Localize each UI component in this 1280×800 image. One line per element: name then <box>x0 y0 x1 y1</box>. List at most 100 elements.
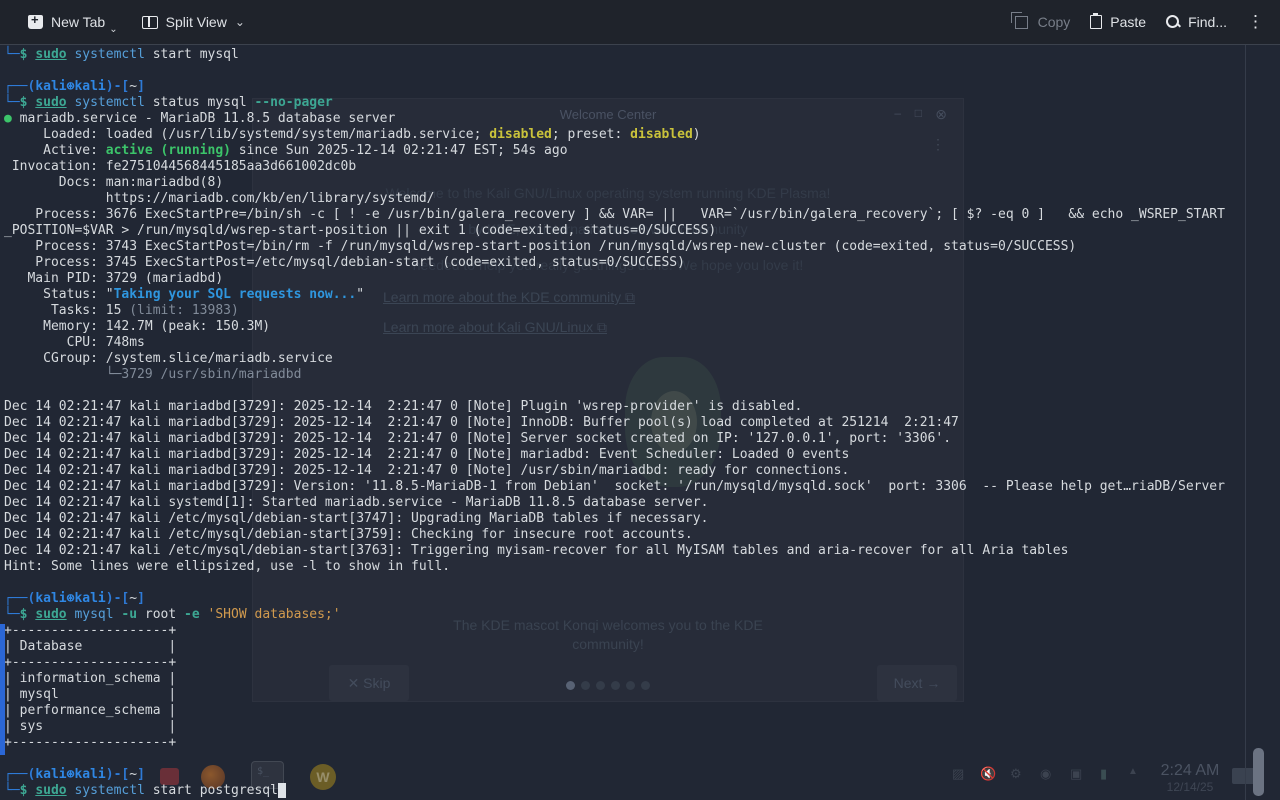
terminal-line: +--------------------+ <box>4 655 1246 671</box>
terminal-text-segment: Process: 3676 ExecStartPre=/bin/sh -c [ … <box>4 207 1225 222</box>
terminal-line: Dec 14 02:21:47 kali mariadbd[3729]: 202… <box>4 415 1246 431</box>
terminal-line: Invocation: fe2751044568445185aa3d661002… <box>4 159 1246 175</box>
terminal-text-segment: ~ <box>129 767 137 782</box>
split-view-icon <box>142 16 158 29</box>
copy-label: Copy <box>1038 14 1071 30</box>
new-tab-chevron-icon[interactable]: ⌄ <box>109 24 117 35</box>
terminal-line: https://mariadb.com/kb/en/library/system… <box>4 191 1246 207</box>
terminal-text-segment: Active: <box>4 143 106 158</box>
new-tab-button[interactable]: New Tab ⌄ <box>18 0 132 45</box>
terminal-line: | sys | <box>4 719 1246 735</box>
terminal-text-segment: mariadb.service - MariaDB 11.8.5 databas… <box>20 111 396 126</box>
terminal-text-segment: systemctl <box>74 47 144 62</box>
terminal-text-segment: sudo <box>35 783 66 798</box>
terminal-text-segment: CPU: 748ms <box>4 335 145 350</box>
terminal-text-segment: _POSITION=$VAR > /run/mysqld/wsrep-start… <box>4 223 716 238</box>
terminal-text-segment: | sys | <box>4 719 176 734</box>
new-tab-icon <box>28 15 43 29</box>
terminal-text-segment: Process: 3745 ExecStartPost=/etc/mysql/d… <box>4 255 685 270</box>
terminal-text-segment: )-[ <box>106 79 129 94</box>
terminal-line: Memory: 142.7M (peak: 150.3M) <box>4 319 1246 335</box>
split-view-chevron-icon: ⌄ <box>235 15 245 29</box>
terminal-line: └─$ sudo systemctl start postgresql <box>4 783 1246 799</box>
terminal-text-segment: active (running) <box>106 143 231 158</box>
terminal-text-segment: ] <box>137 79 145 94</box>
terminal-text-segment: ┌──( <box>4 79 35 94</box>
terminal-text-segment: ~ <box>129 79 137 94</box>
terminal-line: +--------------------+ <box>4 735 1246 751</box>
scrollbar-track[interactable] <box>1245 45 1246 800</box>
terminal-text-segment: Dec 14 02:21:47 kali mariadbd[3729]: Ver… <box>4 479 1225 494</box>
terminal-text-segment: +--------------------+ <box>4 655 176 670</box>
terminal-text-segment: $ <box>20 47 36 62</box>
terminal-text-segment: └─ <box>4 95 20 110</box>
terminal-text-segment: Dec 14 02:21:47 kali mariadbd[3729]: 202… <box>4 399 802 414</box>
terminal-text-segment: ● <box>4 111 20 126</box>
terminal-text-segment: kali⊛kali <box>35 79 105 94</box>
terminal-text-segment: Docs: man:mariadbd(8) <box>4 175 223 190</box>
terminal-text-segment: sudo <box>35 95 66 110</box>
terminal-text-segment: Dec 14 02:21:47 kali systemd[1]: Started… <box>4 495 708 510</box>
terminal-text-segment: systemctl <box>74 783 144 798</box>
new-tab-label: New Tab <box>51 14 105 30</box>
terminal-text-segment: +--------------------+ <box>4 735 176 750</box>
terminal-text-segment: )-[ <box>106 591 129 606</box>
terminal-text-segment: status mysql <box>145 95 255 110</box>
terminal-line: Dec 14 02:21:47 kali systemd[1]: Started… <box>4 495 1246 511</box>
terminal-text-segment: └─3729 /usr/sbin/mariadbd <box>106 367 302 382</box>
terminal-text-segment: └─ <box>4 783 20 798</box>
paste-button[interactable]: Paste <box>1080 0 1156 45</box>
terminal-text-segment: ┌──( <box>4 767 35 782</box>
terminal-text-segment: Dec 14 02:21:47 kali mariadbd[3729]: 202… <box>4 463 849 478</box>
terminal-line: ┌──(kali⊛kali)-[~] <box>4 591 1246 607</box>
terminal-line: CGroup: /system.slice/mariadb.service <box>4 351 1246 367</box>
find-button[interactable]: Find... <box>1156 0 1237 45</box>
terminal-text-segment: +--------------------+ <box>4 623 176 638</box>
terminal-text-segment: | mysql | <box>4 687 176 702</box>
terminal-text-segment: ; preset: <box>552 127 630 142</box>
terminal-line: | information_schema | <box>4 671 1246 687</box>
terminal-line: ┌──(kali⊛kali)-[~] <box>4 79 1246 95</box>
terminal-line: Hint: Some lines were ellipsized, use -l… <box>4 559 1246 575</box>
terminal-text-segment: -e <box>184 607 200 622</box>
terminal-line: Active: active (running) since Sun 2025-… <box>4 143 1246 159</box>
terminal-text-segment: (limit: 13983) <box>129 303 239 318</box>
terminal-text-segment: disabled <box>630 127 693 142</box>
terminal-line: Dec 14 02:21:47 kali mariadbd[3729]: Ver… <box>4 479 1246 495</box>
terminal-text-segment: kali⊛kali <box>35 767 105 782</box>
terminal-line: Process: 3743 ExecStartPost=/bin/rm -f /… <box>4 239 1246 255</box>
terminal-text-segment: Loaded: loaded (/usr/lib/systemd/system/… <box>4 127 489 142</box>
scrollbar-thumb[interactable] <box>1253 748 1264 796</box>
terminal-text-segment: Dec 14 02:21:47 kali /etc/mysql/debian-s… <box>4 543 1068 558</box>
terminal-text-segment: )-[ <box>106 767 129 782</box>
terminal-text-segment: | Database | <box>4 639 176 654</box>
overflow-menu-button[interactable]: ⋮ <box>1237 12 1274 32</box>
copy-button[interactable]: Copy <box>1005 0 1081 45</box>
terminal-line: Dec 14 02:21:47 kali /etc/mysql/debian-s… <box>4 527 1246 543</box>
terminal-text-segment <box>200 607 208 622</box>
terminal-line: Dec 14 02:21:47 kali mariadbd[3729]: 202… <box>4 463 1246 479</box>
terminal-text-segment: Dec 14 02:21:47 kali mariadbd[3729]: 202… <box>4 415 959 430</box>
terminal-text-segment: start mysql <box>145 47 239 62</box>
konsole-toolbar: New Tab ⌄ Split View ⌄ Copy Paste Find..… <box>0 0 1280 45</box>
terminal-line: | Database | <box>4 639 1246 655</box>
terminal-line: Loaded: loaded (/usr/lib/systemd/system/… <box>4 127 1246 143</box>
terminal-content[interactable]: └─$ sudo systemctl start mysql ┌──(kali⊛… <box>0 45 1246 800</box>
terminal-text-segment: https://mariadb.com/kb/en/library/system… <box>4 191 434 206</box>
terminal-text-segment: ) <box>693 127 701 142</box>
terminal-text-segment <box>4 367 106 382</box>
terminal-text-segment: root <box>137 607 184 622</box>
terminal-text-segment: ┌──( <box>4 591 35 606</box>
terminal-text-segment: Status: " <box>4 287 114 302</box>
terminal-line <box>4 751 1246 767</box>
terminal-cursor <box>278 783 286 798</box>
search-icon <box>1166 15 1180 29</box>
terminal-text-segment: ] <box>137 591 145 606</box>
terminal-line: Process: 3676 ExecStartPre=/bin/sh -c [ … <box>4 207 1246 223</box>
split-view-button[interactable]: Split View ⌄ <box>132 0 255 45</box>
terminal-line: Dec 14 02:21:47 kali /etc/mysql/debian-s… <box>4 543 1246 559</box>
terminal-text-segment: systemctl <box>74 95 144 110</box>
terminal-line: ● mariadb.service - MariaDB 11.8.5 datab… <box>4 111 1246 127</box>
find-label: Find... <box>1188 14 1227 30</box>
terminal-line <box>4 383 1246 399</box>
